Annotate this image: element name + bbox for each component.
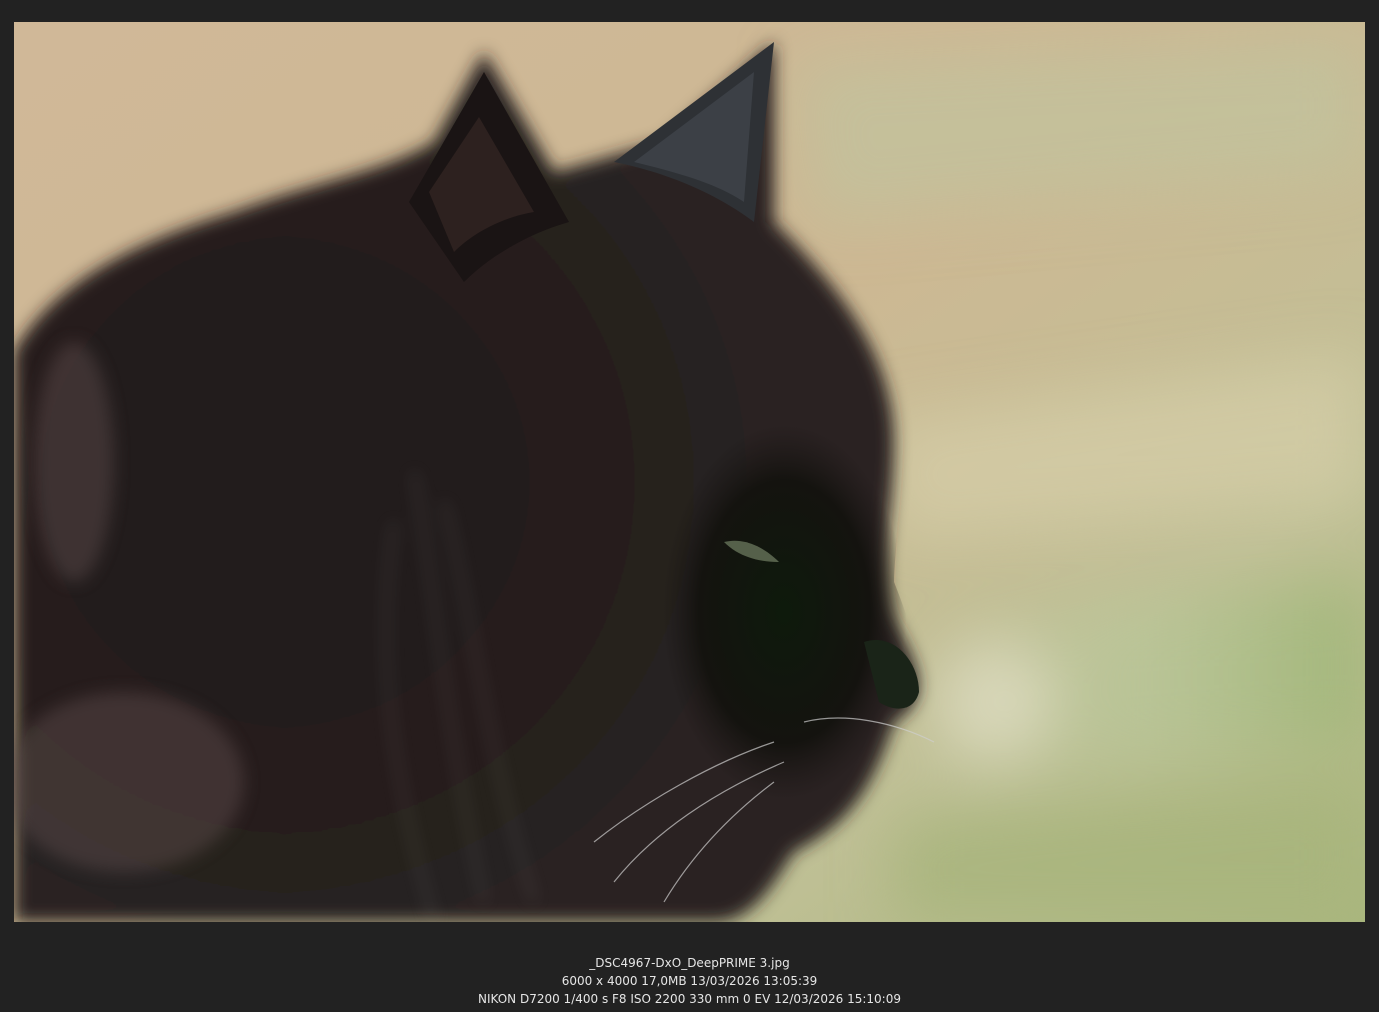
file-details: 6000 x 4000 17,0MB 13/03/2026 13:05:39 — [561, 974, 818, 988]
file-name: _DSC4967-DxO_DeepPRIME 3.jpg — [589, 956, 790, 970]
image-viewer: _DSC4967-DxO_DeepPRIME 3.jpg 6000 x 4000… — [0, 0, 1379, 1012]
image-info-panel: _DSC4967-DxO_DeepPRIME 3.jpg 6000 x 4000… — [0, 954, 1379, 1008]
cat-photo-image — [14, 22, 1365, 922]
photo[interactable] — [14, 22, 1365, 922]
exif-details: NIKON D7200 1/400 s F8 ISO 2200 330 mm 0… — [478, 992, 901, 1006]
